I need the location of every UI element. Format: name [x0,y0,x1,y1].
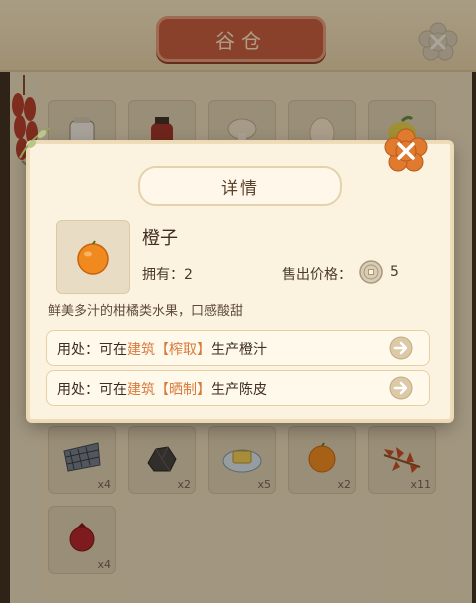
usage-row-juice[interactable]: 用处：可在建筑【榨取】生产橙汁 [46,330,430,366]
usage-building: 建筑【榨取】 [127,342,211,358]
usage-prefix: 用处：可在 [57,382,127,398]
coin-icon [359,260,383,284]
arrow-right-icon[interactable] [389,336,413,360]
leaf-decoration-icon [19,127,51,159]
usage-suffix: 生产陈皮 [211,382,267,398]
usage-prefix: 用处：可在 [57,342,127,358]
usage-building: 建筑【晒制】 [127,382,211,398]
item-icon-box [56,220,130,294]
detail-panel: 详情 橙子 拥有：2 售出价格： 5 鲜美多汁的柑橘类水果，口感酸甜 用处：可在… [19,127,452,421]
panel-title: 详情 [138,166,342,206]
arrow-right-icon[interactable] [389,376,413,400]
item-name: 橙子 [142,228,178,249]
owned-label: 拥有： [142,267,184,283]
owned-count: 拥有：2 [142,264,193,284]
usage-text: 用处：可在建筑【晒制】生产陈皮 [57,379,267,399]
owned-value: 2 [184,267,193,283]
usage-suffix: 生产橙汁 [211,342,267,358]
usage-text: 用处：可在建筑【榨取】生产橙汁 [57,339,267,359]
usage-row-peel[interactable]: 用处：可在建筑【晒制】生产陈皮 [46,370,430,406]
flower-close-icon[interactable] [383,128,429,174]
sell-price-value: 5 [390,264,399,280]
orange-icon [77,240,109,275]
item-description: 鲜美多汁的柑橘类水果，口感酸甜 [48,304,244,319]
sell-price-label: 售出价格： [282,267,352,283]
